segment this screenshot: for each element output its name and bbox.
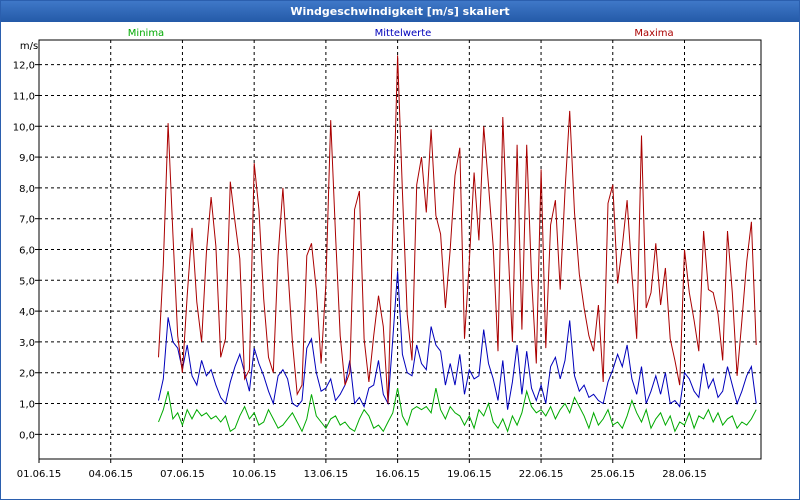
y-tick-label: 6,0 xyxy=(19,246,35,257)
x-tick-label: 16.06.15 xyxy=(375,469,420,480)
legend-maxima: Maxima xyxy=(634,28,673,39)
y-tick-label: 1,0 xyxy=(19,400,35,411)
x-tick-label: 25.06.15 xyxy=(591,469,636,480)
y-tick-label: 10,0 xyxy=(13,122,35,133)
x-tick-label: 04.06.15 xyxy=(88,469,133,480)
x-tick-label: 10.06.15 xyxy=(232,469,277,480)
y-tick-label: 2,0 xyxy=(19,369,35,380)
legend-mittelwerte: Mittelwerte xyxy=(375,28,432,39)
x-tick-label: 07.06.15 xyxy=(160,469,205,480)
x-tick-label: 13.06.15 xyxy=(304,469,349,480)
x-tick-label: 01.06.15 xyxy=(17,469,62,480)
chart-canvas: 0,0 1,0 2,0 3,0 4,0 5,0 6,0 7,0 8,0 9,0 10,0 11,0 12… xyxy=(13,28,762,480)
y-tick-label: 4,0 xyxy=(19,307,35,318)
chart-window: Windgeschwindigkeit [m/s] skaliert 0,0 1,… xyxy=(0,0,800,500)
y-tick-label: 8,0 xyxy=(19,184,35,195)
x-tick-label: 22.06.15 xyxy=(519,469,564,480)
y-tick-label: 11,0 xyxy=(13,91,35,102)
window-title: Windgeschwindigkeit [m/s] skaliert xyxy=(1,1,799,22)
y-tick-label: 3,0 xyxy=(19,338,35,349)
y-tick-label: 5,0 xyxy=(19,276,35,287)
y-axis-label: m/s xyxy=(20,41,38,52)
y-tick-label: 12,0 xyxy=(13,61,35,72)
y-tick-label: 0,0 xyxy=(19,430,35,441)
y-tick-label: 7,0 xyxy=(19,215,35,226)
x-tick-label: 19.06.15 xyxy=(447,469,492,480)
x-tick-label: 28.06.15 xyxy=(662,469,707,480)
legend-minima: Minima xyxy=(128,28,164,39)
y-tick-label: 9,0 xyxy=(19,153,35,164)
